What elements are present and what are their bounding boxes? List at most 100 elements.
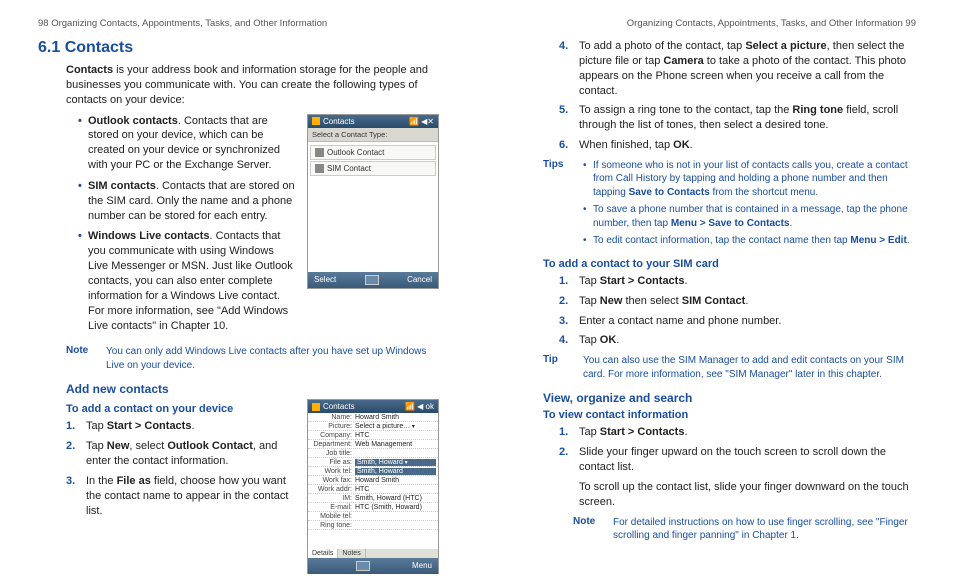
page-header-right: Organizing Contacts, Appointments, Tasks… (515, 18, 916, 29)
step: Tap Start > Contacts. (559, 425, 916, 440)
form-row: Ring tone: (308, 521, 438, 530)
form-value: Smith, Howard (355, 459, 436, 466)
form-row: File as:Smith, Howard (308, 458, 438, 467)
keyboard-icon (365, 275, 379, 285)
form-row: IM:Smith, Howard (HTC) (308, 494, 438, 503)
step: Tap Start > Contacts. (66, 419, 297, 434)
page-right: Organizing Contacts, Appointments, Tasks… (477, 0, 954, 587)
form-row: Name:Howard Smith (308, 413, 438, 422)
step: Slide your finger upward on the touch sc… (559, 445, 916, 475)
tip-item: To edit contact information, tap the con… (583, 234, 916, 248)
step: Enter a contact name and phone number. (559, 314, 916, 329)
note2-body: For detailed instructions on how to use … (613, 516, 916, 543)
form-label: Company: (310, 432, 355, 439)
form-row: Work fax:Howard Smith (308, 476, 438, 485)
step: In the File as field, choose how you wan… (66, 474, 297, 519)
ss1-item-outlook: Outlook Contact (310, 145, 436, 160)
form-label: IM: (310, 495, 355, 502)
person-icon (315, 148, 324, 157)
subheading-view-organize: View, organize and search (543, 391, 916, 405)
note-label: Note (66, 345, 96, 372)
contact-types-list: Outlook contacts. Contacts that are stor… (66, 114, 297, 340)
ss1-select-btn: Select (314, 275, 336, 285)
form-row: Work tel:Smith, Howard (308, 467, 438, 476)
intro-bold: Contacts (66, 64, 113, 76)
form-label: E-mail: (310, 504, 355, 511)
form-row: Mobile tel: (308, 512, 438, 521)
section-title: 6.1 Contacts (38, 39, 439, 57)
step: Tap New, select Outlook Contact, and ent… (66, 439, 297, 469)
screenshot-contact-type: Contacts 📶 ◀✕ Select a Contact Type: Out… (307, 114, 439, 289)
step: When finished, tap OK. (559, 138, 916, 153)
procedure-title-add-device: To add a contact on your device (66, 403, 297, 415)
tip-item: To save a phone number that is contained… (583, 203, 916, 230)
tab-notes: Notes (338, 549, 365, 558)
form-label: Work fax: (310, 477, 355, 484)
ss1-titlebar: Contacts 📶 ◀✕ (308, 115, 438, 128)
form-label: Work tel: (310, 468, 355, 475)
form-label: Mobile tel: (310, 513, 355, 520)
step: Tap OK. (559, 333, 916, 348)
form-label: File as: (310, 459, 355, 466)
ss1-subhead: Select a Contact Type: (308, 128, 438, 142)
form-label: Department: (310, 441, 355, 448)
tips-body: If someone who is not in your list of co… (583, 159, 916, 252)
form-row: Picture:Select a picture… (308, 422, 438, 431)
tip-item: If someone who is not in your list of co… (583, 159, 916, 200)
tips-label: Tips (543, 159, 573, 252)
procedure-title-view-info: To view contact information (543, 409, 916, 421)
tip-label: Tip (543, 354, 573, 381)
keyboard-icon (356, 561, 370, 571)
note2-label: Note (573, 516, 603, 543)
ss2-menu-btn: Menu (412, 561, 432, 571)
procedure-title-add-sim: To add a contact to your SIM card (543, 258, 916, 270)
form-label: Job title: (310, 450, 355, 457)
bullet-winlive: Windows Live contacts. Contacts that you… (78, 229, 297, 333)
form-value: Smith, Howard (HTC) (355, 495, 436, 502)
form-row: Department:Web Management (308, 440, 438, 449)
steps-view-info: Tap Start > Contacts. Slide your finger … (559, 425, 916, 475)
form-row: E-mail:HTC (Smith, Howard) (308, 503, 438, 512)
form-value: HTC (355, 432, 436, 439)
form-row: Work addr:HTC (308, 485, 438, 494)
start-icon (312, 117, 320, 125)
form-value (355, 450, 436, 457)
form-value: Howard Smith (355, 414, 436, 421)
form-value: Smith, Howard (355, 468, 436, 475)
ss2-titlebar: Contacts 📶 ◀ ok (308, 400, 438, 413)
step: To add a photo of the contact, tap Selec… (559, 39, 916, 98)
form-value: HTC (355, 486, 436, 493)
sim-icon (315, 164, 324, 173)
page-header-left: 98 Organizing Contacts, Appointments, Ta… (38, 18, 439, 29)
scroll-up-para: To scroll up the contact list, slide you… (559, 480, 916, 510)
form-value (355, 513, 436, 520)
step: Tap Start > Contacts. (559, 274, 916, 289)
screenshot-contact-form: Contacts 📶 ◀ ok Name:Howard SmithPicture… (307, 399, 439, 574)
step: Tap New then select SIM Contact. (559, 294, 916, 309)
intro-paragraph: Contacts is your address book and inform… (38, 63, 439, 108)
ss1-softkeys: Select Cancel (308, 272, 438, 288)
steps-add-device: Tap Start > Contacts. Tap New, select Ou… (66, 419, 297, 518)
tab-details: Details (308, 549, 338, 558)
form-value: Web Management (355, 441, 436, 448)
form-row: Job title: (308, 449, 438, 458)
ss2-tabs: Details Notes (308, 549, 438, 558)
form-value (355, 522, 436, 529)
intro-rest: is your address book and information sto… (66, 64, 428, 106)
form-label: Name: (310, 414, 355, 421)
status-icons: 📶 ◀ ok (405, 402, 434, 411)
tip-body: You can also use the SIM Manager to add … (583, 354, 916, 381)
start-icon (312, 403, 320, 411)
form-row: Company:HTC (308, 431, 438, 440)
bullet-outlook: Outlook contacts. Contacts that are stor… (78, 114, 297, 173)
form-value: HTC (Smith, Howard) (355, 504, 436, 511)
subheading-add-contacts: Add new contacts (66, 382, 439, 396)
form-label: Ring tone: (310, 522, 355, 529)
form-label: Picture: (310, 423, 355, 430)
steps-add-sim: Tap Start > Contacts. Tap New then selec… (559, 274, 916, 348)
page-left: 98 Organizing Contacts, Appointments, Ta… (0, 0, 477, 587)
ss2-softkeys: Menu (308, 558, 438, 574)
form-value: Howard Smith (355, 477, 436, 484)
form-value: Select a picture… (355, 423, 436, 430)
ss1-cancel-btn: Cancel (407, 275, 432, 285)
